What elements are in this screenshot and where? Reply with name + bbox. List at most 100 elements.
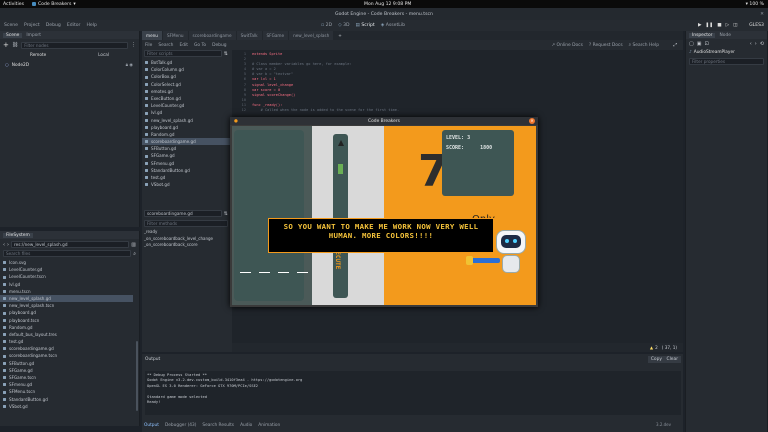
filter-scripts-input[interactable]: Filter scripts bbox=[144, 50, 222, 57]
sort-icon[interactable]: ⇅ bbox=[224, 51, 228, 57]
link-icon[interactable]: ⛓ bbox=[12, 42, 18, 48]
close-icon[interactable]: ✕ bbox=[760, 12, 764, 17]
file-item[interactable]: SFmenu.gd bbox=[0, 381, 133, 388]
output-log[interactable]: ** Debug Process Started ** Godot Engine … bbox=[145, 371, 681, 415]
menu-help[interactable]: Help bbox=[86, 23, 96, 28]
tab-inspector[interactable]: Inspector bbox=[689, 32, 716, 38]
sort-icon[interactable]: ⇅ bbox=[224, 211, 228, 217]
back-icon[interactable]: ‹ bbox=[3, 242, 5, 248]
activities-button[interactable]: Activities bbox=[3, 2, 24, 7]
online-docs-button[interactable]: ↗ Online Docs bbox=[551, 43, 582, 48]
play-custom-icon[interactable]: ◫ bbox=[733, 23, 737, 28]
script-menu-search[interactable]: Search bbox=[158, 43, 173, 48]
split-view-icon[interactable]: ▥ bbox=[131, 242, 136, 248]
script-item[interactable]: ColorColumn.gd bbox=[142, 66, 230, 73]
open-icon[interactable]: ▣ bbox=[697, 41, 702, 47]
scene-tab[interactable]: SwitTalk bbox=[236, 31, 262, 40]
back-icon[interactable]: ‹ bbox=[750, 41, 752, 47]
renderer-select[interactable]: GLES3 bbox=[749, 23, 764, 28]
scene-tree-root[interactable]: ○ Node2D 🔒︎ ◉ bbox=[0, 61, 139, 69]
forward-icon[interactable]: › bbox=[755, 41, 757, 47]
play-icon[interactable]: ▶ bbox=[698, 23, 702, 28]
search-help-button[interactable]: ⌕ Search Help bbox=[629, 42, 659, 48]
copy-button[interactable]: Copy bbox=[647, 355, 665, 363]
scene-tab[interactable]: scoreboardingame bbox=[188, 31, 236, 40]
file-item[interactable]: playboard.gd bbox=[0, 309, 133, 316]
script-menu-file[interactable]: File bbox=[145, 43, 152, 48]
file-item[interactable]: menu.tscn bbox=[0, 288, 133, 295]
scene-tab[interactable]: SFMenu bbox=[162, 31, 188, 40]
mode-assetlib[interactable]: ◈ AssetLib bbox=[381, 23, 405, 28]
script-item[interactable]: ColorBox.gd bbox=[142, 73, 230, 80]
file-item[interactable]: SFGame.gd bbox=[0, 367, 133, 374]
menu-debug[interactable]: Debug bbox=[46, 23, 61, 28]
search-files-input[interactable]: Search files bbox=[3, 250, 132, 257]
script-item[interactable]: SFButton.gd bbox=[142, 145, 230, 152]
script-item[interactable]: playboard.gd bbox=[142, 124, 230, 131]
file-item[interactable]: LevelCounter.gd bbox=[0, 266, 133, 273]
file-item[interactable]: new_level_splash.gd bbox=[0, 294, 133, 303]
tab-filesystem[interactable]: FileSystem bbox=[3, 232, 33, 238]
bottom-tab[interactable]: Output bbox=[144, 423, 159, 428]
local-button[interactable]: Local bbox=[98, 52, 109, 57]
script-item[interactable]: SFGame.gd bbox=[142, 152, 230, 159]
mode-script[interactable]: ▤ Script bbox=[356, 23, 375, 28]
pause-icon[interactable]: ❚❚ bbox=[706, 23, 714, 28]
stop-icon[interactable]: ■ bbox=[717, 23, 721, 28]
code-line[interactable]: 12 # Called when the node is added to th… bbox=[232, 108, 683, 113]
file-item[interactable]: scoreboardingame.tscn bbox=[0, 352, 133, 359]
file-item[interactable]: LevelCounter.tscn bbox=[0, 273, 133, 280]
file-item[interactable]: lvl.gd bbox=[0, 281, 133, 288]
file-item[interactable]: playboard.tscn bbox=[0, 317, 133, 324]
add-tab-icon[interactable]: + bbox=[338, 33, 342, 38]
close-icon[interactable]: ✕ bbox=[529, 118, 535, 124]
script-item[interactable]: BotTalk.gd bbox=[142, 59, 230, 66]
file-item[interactable]: test.gd bbox=[0, 338, 133, 345]
save-icon[interactable]: ⊡ bbox=[704, 41, 708, 47]
script-item[interactable]: ColorSelect.gd bbox=[142, 81, 230, 88]
script-item[interactable]: StandardButton.gd bbox=[142, 167, 230, 174]
file-item[interactable]: SFMenu.tscn bbox=[0, 388, 133, 395]
clear-button[interactable]: Clear bbox=[663, 355, 681, 363]
file-item[interactable]: Icon.svg bbox=[0, 259, 133, 266]
app-menu[interactable]: Code Breakers ▾ bbox=[31, 2, 76, 7]
remote-button[interactable]: Remote bbox=[30, 52, 46, 57]
script-item[interactable]: SFmenu.gd bbox=[142, 160, 230, 167]
file-item[interactable]: scoreboardingame.gd bbox=[0, 345, 133, 352]
warning-icon[interactable]: ▲ bbox=[650, 345, 653, 350]
scene-tab[interactable]: menu bbox=[142, 31, 162, 40]
bottom-tab[interactable]: Search Results bbox=[202, 423, 234, 428]
add-node-icon[interactable]: + bbox=[3, 41, 9, 49]
menu-scene[interactable]: Scene bbox=[4, 23, 18, 28]
tab-import[interactable]: Import bbox=[26, 33, 41, 38]
mode-3d[interactable]: ◇ 3D bbox=[338, 23, 349, 28]
file-item[interactable]: VSbot.gd bbox=[0, 403, 133, 410]
script-item[interactable]: new_level_splash.gd bbox=[142, 117, 230, 124]
script-item[interactable]: test.gd bbox=[142, 174, 230, 181]
file-item[interactable]: SFButton.gd bbox=[0, 360, 133, 367]
script-item[interactable]: scoreboardingame.gd bbox=[142, 138, 230, 146]
game-viewport[interactable]: EXECUTE 76 LEVEL:3 SCORE:1800 Only SO YO… bbox=[232, 126, 536, 305]
tab-node[interactable]: Node bbox=[719, 33, 730, 38]
scene-tab[interactable]: new_level_splash bbox=[289, 31, 334, 40]
script-menu-debug[interactable]: Debug bbox=[212, 43, 226, 48]
search-icon[interactable]: ⌕ bbox=[133, 251, 136, 257]
forward-icon[interactable]: › bbox=[7, 242, 9, 248]
history-icon[interactable]: ⟲ bbox=[760, 41, 764, 47]
file-item[interactable]: Random.gd bbox=[0, 324, 133, 331]
script-item[interactable]: lvl.gd bbox=[142, 109, 230, 116]
method-item[interactable]: _on_scoreboardback_score bbox=[144, 242, 213, 249]
script-item[interactable]: LevelCounter.gd bbox=[142, 102, 230, 109]
file-item[interactable]: StandardButton.gd bbox=[0, 396, 133, 403]
mode-2d[interactable]: ▫ 2D bbox=[321, 23, 332, 28]
execute-button[interactable]: EXECUTE bbox=[333, 134, 348, 298]
script-menu-goto[interactable]: Go To bbox=[194, 43, 206, 48]
filter-nodes-input[interactable]: Filter nodes bbox=[21, 41, 128, 49]
script-menu-edit[interactable]: Edit bbox=[179, 43, 188, 48]
bottom-tab[interactable]: Animation bbox=[258, 423, 280, 428]
bottom-tab[interactable]: Debugger (43) bbox=[165, 423, 196, 428]
menu-editor[interactable]: Editor bbox=[67, 23, 81, 28]
filesystem-scrollbar[interactable] bbox=[136, 341, 138, 411]
filter-properties-input[interactable]: Filter properties bbox=[689, 58, 764, 65]
bottom-tab[interactable]: Audio bbox=[240, 423, 252, 428]
